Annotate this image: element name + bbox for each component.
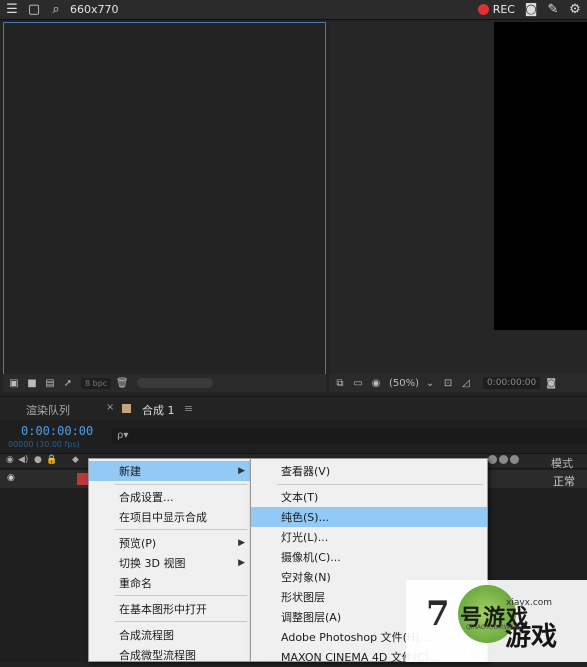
submenu-arrow-icon: ▶ [238,558,245,568]
menu-item-label: 空对象(N) [281,571,331,584]
new-folder-icon[interactable]: ■ [25,377,39,389]
submenu-item-light[interactable]: 灯光(L)... [251,527,487,547]
audio-column-icon[interactable]: ◀) [18,455,28,465]
snapshot-camera-icon[interactable]: ◙ [544,377,558,389]
menu-item-label: 摄像机(C)... [281,551,341,564]
record-dot-icon[interactable] [477,4,489,15]
window-icon[interactable]: ▢ [26,2,42,18]
label-tag-icon[interactable]: ◆ [72,455,79,465]
chevron-down-icon[interactable]: ⌄ [423,377,437,389]
flowchart-icon[interactable]: ➚ [61,377,75,389]
menu-item-label: 查看器(V) [281,465,331,478]
zoom-dropdown[interactable]: (50%) [389,378,419,389]
menu-separator [115,529,247,530]
menu-item-switch-3d-view[interactable]: 切换 3D 视图 ▶ [89,553,251,573]
close-icon[interactable]: × [106,402,114,413]
tab-composition[interactable]: 合成 1 [142,402,175,418]
collapse-switch-icon[interactable] [488,455,497,464]
window-size-title: 660x770 [70,3,119,16]
viewer-footer: ⧉ ▭ ◉ (50%) ⌄ ⊡ ◿ 0:00:00:00 ◙ [329,374,587,392]
menu-item-label: 预览(P) [119,537,157,550]
menu-item-label: 文本(T) [281,491,319,504]
transparency-grid-icon[interactable]: ◿ [459,377,473,389]
comp-color-swatch [122,404,131,413]
menu-item-label: 切换 3D 视图 [119,557,186,570]
region-of-interest-icon[interactable]: ⊡ [441,377,455,389]
submenu-item-viewer[interactable]: 查看器(V) [251,461,487,481]
context-menu: 新建 ▶ 合成设置... 在项目中显示合成 预览(P) ▶ 切换 3D 视图 ▶ 重命… [88,458,252,662]
menu-item-label: 调整图层(A) [281,611,342,624]
menu-item-label: 灯光(L)... [281,531,329,544]
search-icon[interactable]: ⌕ [48,2,64,18]
viewer-timecode[interactable]: 0:00:00:00 [483,377,541,389]
submenu-arrow-icon: ▶ [238,466,245,476]
record-label[interactable]: REC [493,3,515,16]
submenu-arrow-icon: ▶ [238,538,245,548]
menu-item-label: 形状图层 [281,591,325,604]
watermark-text-large: 游戏 [505,622,558,652]
submenu-item-text[interactable]: 文本(T) [251,487,487,507]
eye-icon[interactable]: ◉ [7,473,15,483]
always-preview-icon[interactable]: ⧉ [333,377,347,389]
viewer-canvas[interactable] [494,22,587,330]
submenu-item-camera[interactable]: 摄像机(C)... [251,547,487,567]
menu-item-open-essential-graphics[interactable]: 在基本图形中打开 [89,599,251,619]
menu-separator [115,484,247,485]
menu-item-label: 合成微型流程图 [119,649,196,662]
menu-separator [115,621,247,622]
new-comp-icon[interactable]: ▤ [43,377,57,389]
menu-item-label: 在项目中显示合成 [119,511,207,524]
camera-icon[interactable]: ◙ [523,2,539,18]
search-icon[interactable]: ρ▾ [117,430,128,441]
project-panel-footer: ▣ ■ ▤ ➚ 8 bpc 🗑 [3,374,326,392]
menu-icon[interactable]: ☰ [4,2,20,18]
menu-item-label: 新建 [119,465,141,478]
menu-item-label: 重命名 [119,577,152,590]
menu-item-label: 在基本图形中打开 [119,603,207,616]
layer-search-input[interactable] [112,428,587,444]
monitor-icon[interactable]: ▭ [351,377,365,389]
menu-item-comp-flowchart[interactable]: 合成流程图 [89,625,251,645]
blend-mode-value[interactable]: 正常 [553,473,575,489]
project-scrollbar[interactable] [137,378,214,388]
mask-visibility-icon[interactable]: ◉ [369,377,383,389]
bit-depth-button[interactable]: 8 bpc [81,377,112,389]
layer-switches-header [488,455,519,464]
settings-icon[interactable]: ⚙ [567,2,583,18]
solo-column-icon[interactable]: ● [34,455,42,465]
quality-switch-icon[interactable] [499,455,508,464]
menu-item-label: 合成流程图 [119,629,174,642]
effect-switch-icon[interactable] [510,455,519,464]
frame-rate-label: 00000 (30.00 fps) [8,440,80,449]
watermark-small-text: QIHAOYOUXIWANG [466,624,523,631]
top-toolbar: ☰ ▢ ⌕ 660x770 REC ◙ ✎ ⚙ [0,0,587,20]
menu-separator [277,484,483,485]
project-panel[interactable] [3,22,326,392]
visibility-column-icon[interactable]: ◉ [6,455,14,465]
pen-icon[interactable]: ✎ [545,2,561,18]
menu-item-comp-mini-flowchart[interactable]: 合成微型流程图 [89,645,251,665]
menu-item-reveal-in-project[interactable]: 在项目中显示合成 [89,507,251,527]
menu-item-preview[interactable]: 预览(P) ▶ [89,533,251,553]
interpret-footage-icon[interactable]: ▣ [7,377,21,389]
menu-item-label: 纯色(S)... [281,511,330,524]
submenu-item-solid[interactable]: 纯色(S)... [251,507,487,527]
trash-icon[interactable]: 🗑 [115,377,129,389]
lock-column-icon[interactable]: 🔒 [46,455,57,465]
current-time-display[interactable]: 0:00:00:00 [21,424,93,438]
menu-item-new[interactable]: 新建 ▶ [89,461,251,481]
menu-item-label: 合成设置... [119,491,174,504]
mode-column-label: 模式 [551,457,573,470]
panel-menu-icon[interactable]: ≡ [184,402,193,415]
watermark-url: xiayx.com [506,598,553,608]
watermark-logo-glyph: 7 [426,594,450,634]
menu-separator [115,595,247,596]
timeline-tab-bar: 渲染队列 × 合成 1 ≡ [0,396,587,420]
tab-render-queue[interactable]: 渲染队列 [26,402,70,418]
menu-item-comp-settings[interactable]: 合成设置... [89,487,251,507]
menu-item-rename[interactable]: 重命名 [89,573,251,593]
